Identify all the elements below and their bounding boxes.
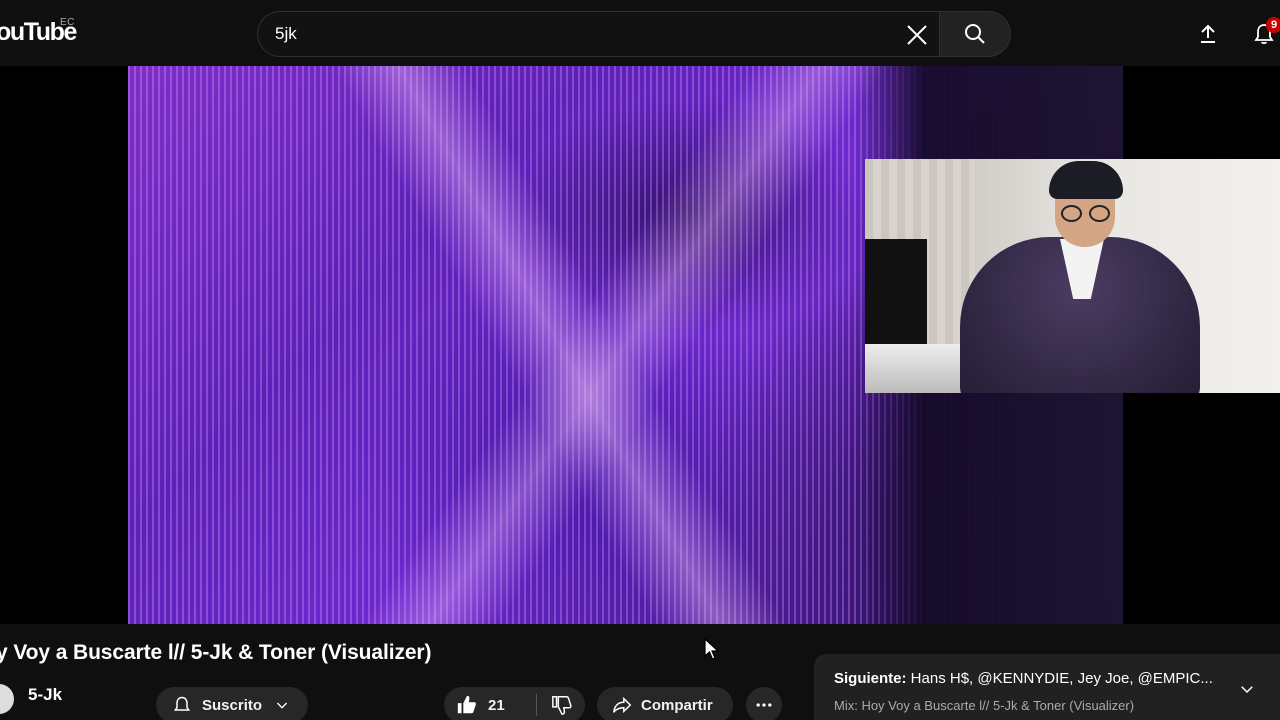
dislike-button[interactable]: [540, 687, 584, 720]
chevron-down-icon[interactable]: [1238, 680, 1256, 698]
webcam-person-glasses: [1061, 205, 1113, 223]
webcam-monitor: [865, 239, 927, 349]
chevron-down-icon: [276, 702, 288, 709]
country-code: EC: [60, 17, 75, 28]
up-next-subtitle: Mix: Hoy Voy a Buscarte l// 5-Jk & Toner…: [834, 698, 1135, 713]
video-title: y Voy a Buscarte l// 5-Jk & Toner (Visua…: [0, 641, 432, 664]
up-next-title: Siguiente: Hans H$, @KENNYDIE, Jey Joe, …: [834, 670, 1224, 687]
like-button[interactable]: 21: [444, 687, 532, 720]
more-icon: [756, 703, 772, 707]
top-bar: ouTube EC 5jk 9: [0, 0, 1280, 66]
share-button[interactable]: Compartir: [597, 687, 733, 720]
like-dislike-group: 21: [444, 687, 585, 720]
search-icon: [965, 24, 985, 44]
close-icon: [907, 25, 927, 45]
search-query-text[interactable]: 5jk: [275, 24, 297, 44]
clear-search-button[interactable]: [897, 15, 937, 55]
webcam-person-hair: [1049, 161, 1123, 199]
up-next-panel[interactable]: Siguiente: Hans H$, @KENNYDIE, Jey Joe, …: [814, 654, 1280, 720]
up-next-prefix: Siguiente:: [834, 670, 907, 687]
subscribed-label: Suscrito: [202, 696, 263, 714]
like-count: 21: [488, 696, 505, 714]
upload-button[interactable]: [1188, 14, 1228, 54]
share-label: Compartir: [641, 696, 713, 714]
mouse-cursor-icon: [704, 638, 720, 660]
upload-icon: [1201, 24, 1215, 43]
share-icon: [613, 696, 632, 714]
search-input[interactable]: 5jk: [257, 11, 939, 57]
notifications-badge: 9: [1266, 17, 1280, 33]
up-next-channels: Hans H$, @KENNYDIE, Jey Joe, @EMPIC...: [906, 670, 1213, 687]
thumbs-down-icon: [552, 696, 572, 715]
webcam-overlay: [865, 159, 1280, 393]
notifications-button[interactable]: 9: [1244, 14, 1280, 54]
more-actions-button[interactable]: [746, 687, 782, 720]
like-divider: [536, 694, 537, 716]
thumbs-up-icon: [457, 695, 476, 714]
channel-avatar[interactable]: [0, 684, 14, 714]
subscribed-button[interactable]: Suscrito: [156, 687, 308, 720]
bell-outline-icon: [173, 696, 191, 711]
channel-name[interactable]: 5-Jk: [28, 685, 62, 705]
search-button[interactable]: [939, 11, 1011, 57]
